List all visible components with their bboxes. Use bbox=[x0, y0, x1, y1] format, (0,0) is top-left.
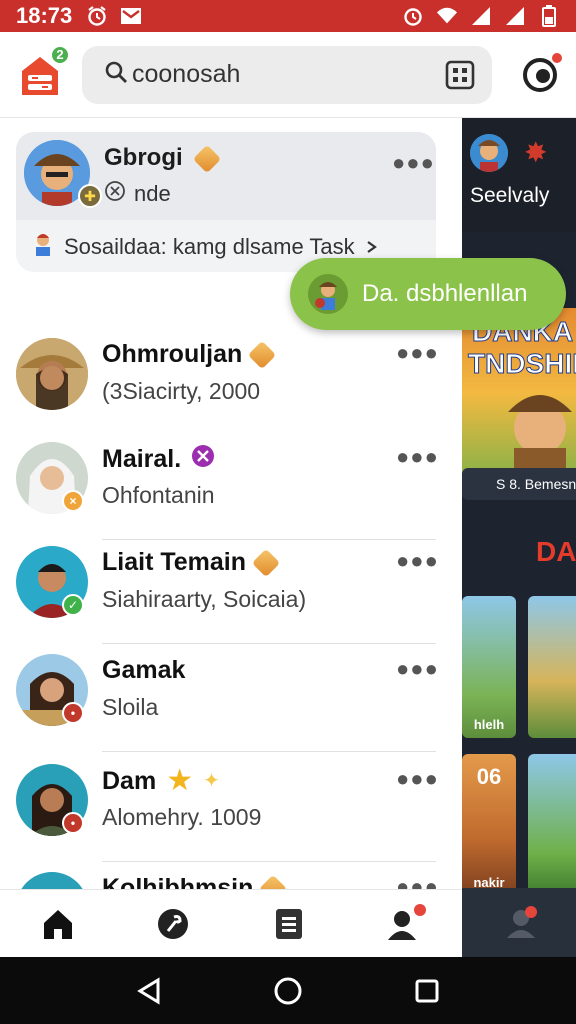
status-badge: • bbox=[62, 702, 84, 724]
status-badge: • bbox=[62, 812, 84, 834]
profile-icon[interactable] bbox=[522, 50, 564, 93]
more-options-icon[interactable]: ●●● bbox=[396, 766, 439, 792]
home-circle-icon[interactable] bbox=[268, 971, 308, 1011]
chat-subtitle: Sloila bbox=[102, 694, 159, 720]
game-card[interactable]: hlelh bbox=[462, 596, 516, 738]
divider bbox=[102, 751, 436, 752]
chat-list-panel: ✚ Gbrogi nde ●●● Sosaildaa: kamg dlsame … bbox=[0, 118, 462, 889]
signal-icon bbox=[470, 5, 492, 27]
game-card[interactable] bbox=[528, 754, 576, 896]
top-app-bar: 2 coonosah bbox=[0, 32, 576, 118]
chat-subtitle: Ohfontanin bbox=[102, 482, 215, 508]
purple-badge-icon bbox=[191, 444, 215, 475]
avatar[interactable] bbox=[16, 338, 88, 410]
game-panel-header: ✸ Seelvaly bbox=[462, 118, 576, 232]
list-icon[interactable] bbox=[265, 900, 313, 948]
more-options-icon[interactable]: ●●● bbox=[396, 874, 439, 889]
chat-name: Kolhibhmsin bbox=[102, 874, 288, 889]
recents-icon[interactable] bbox=[407, 971, 447, 1011]
game-card-label: 06 bbox=[476, 764, 502, 789]
notification-count-badge: 2 bbox=[50, 44, 70, 65]
more-options-icon[interactable]: ●●● bbox=[396, 444, 439, 470]
qr-icon[interactable] bbox=[444, 59, 476, 91]
back-icon[interactable] bbox=[129, 971, 169, 1011]
profile-icon[interactable] bbox=[380, 900, 429, 948]
avatar[interactable] bbox=[470, 134, 508, 172]
status-time: 18:73 bbox=[16, 3, 73, 28]
mail-icon bbox=[120, 5, 142, 27]
more-options-icon[interactable]: ●●● bbox=[392, 150, 435, 176]
list-item[interactable]: Ohmrouljan (3Siacirty, 2000 ●●● bbox=[0, 332, 462, 436]
list-item[interactable]: Kolhibhmsin ●●● bbox=[0, 866, 462, 889]
task-text: Sosaildaa: kamg dlsame Task bbox=[64, 234, 355, 259]
battery-icon bbox=[538, 5, 560, 27]
pinned-chat-status: nde bbox=[104, 180, 171, 208]
bottom-navigation bbox=[0, 889, 462, 957]
chat-subtitle: (3Siacirty, 2000 bbox=[102, 378, 261, 404]
profile-icon[interactable] bbox=[504, 906, 538, 945]
status-bar: 18:73 bbox=[0, 0, 576, 32]
status-badge: × bbox=[62, 490, 84, 512]
notification-dot bbox=[550, 50, 564, 65]
game-card[interactable]: 06 nakir bbox=[462, 754, 516, 896]
fab-label: Da. dsbhlenllan bbox=[362, 280, 528, 307]
list-item[interactable]: ✓ Liait Temain Siahiraarty, Soicaia) ●●● bbox=[0, 540, 462, 644]
game-card[interactable] bbox=[528, 596, 576, 738]
search-text: coonosah bbox=[132, 60, 241, 88]
divider bbox=[102, 861, 436, 862]
avatar[interactable] bbox=[16, 872, 88, 889]
search-input[interactable]: coonosah bbox=[82, 45, 492, 104]
divider bbox=[102, 643, 436, 644]
gem-icon bbox=[259, 874, 288, 889]
gem-icon bbox=[193, 144, 222, 173]
gem-icon bbox=[251, 548, 281, 577]
sparkle-icon: ✦ bbox=[203, 770, 220, 792]
notification-dot bbox=[412, 901, 429, 918]
plus-badge-icon: ✚ bbox=[78, 184, 102, 208]
banner-caption: S 8. Bemesn bbox=[462, 468, 576, 500]
chat-subtitle: Siahiraarty, Soicaia) bbox=[102, 586, 307, 612]
pinned-chat-card[interactable]: ✚ Gbrogi nde ●●● Sosaildaa: kamg dlsame … bbox=[16, 132, 436, 272]
tool-icon[interactable] bbox=[149, 900, 197, 948]
game-panel-name: Seelvaly bbox=[470, 184, 550, 207]
user-avatar-icon bbox=[32, 232, 54, 262]
game-card-label: hlelh bbox=[473, 717, 505, 732]
chat-subtitle: Alomehry. 1009 bbox=[102, 804, 262, 830]
chat-name: Ohmrouljan bbox=[102, 340, 277, 369]
chat-name: Liait Temain bbox=[102, 548, 281, 577]
chevron-right-icon bbox=[365, 234, 379, 260]
section-heading: DA bbox=[536, 536, 576, 567]
pinned-chat-name: Gbrogi bbox=[104, 144, 222, 173]
floating-action-button[interactable]: Da. dsbhlenllan bbox=[290, 258, 566, 330]
close-circle-icon bbox=[104, 180, 126, 208]
banner-subtitle: TNDSHIP bbox=[468, 348, 576, 379]
user-avatar-icon bbox=[308, 274, 348, 314]
more-options-icon[interactable]: ●●● bbox=[396, 340, 439, 366]
gem-icon bbox=[248, 340, 277, 369]
star-icon: ★ bbox=[166, 764, 194, 797]
list-item[interactable]: • Dam ★ ✦ Alomehry. 1009 ●●● bbox=[0, 758, 462, 862]
game-panel-nav bbox=[462, 888, 576, 957]
alarm-icon bbox=[402, 5, 424, 27]
star-badge-icon: ✸ bbox=[524, 137, 548, 168]
more-options-icon[interactable]: ●●● bbox=[396, 656, 439, 682]
app-logo-icon[interactable]: 2 bbox=[18, 44, 70, 97]
game-panel[interactable]: ✸ Seelvaly DANKA TNDSHIP S 8. Bemesn DA … bbox=[462, 118, 576, 957]
list-item[interactable]: • Gamak Sloila ●●● bbox=[0, 648, 462, 752]
system-navigation-bar bbox=[0, 957, 576, 1024]
list-item[interactable]: × Mairal. Ohfontanin ●●● bbox=[0, 436, 462, 540]
alarm-icon bbox=[86, 5, 108, 27]
signal-icon bbox=[504, 5, 526, 27]
wifi-icon bbox=[436, 5, 458, 27]
search-icon bbox=[104, 60, 128, 89]
home-icon[interactable] bbox=[34, 900, 82, 948]
chat-name: Gamak bbox=[102, 656, 186, 684]
more-options-icon[interactable]: ●●● bbox=[396, 548, 439, 574]
chat-name: Mairal. bbox=[102, 444, 215, 475]
chat-name: Dam ★ ✦ bbox=[102, 764, 220, 797]
verified-badge-icon: ✓ bbox=[62, 594, 84, 616]
